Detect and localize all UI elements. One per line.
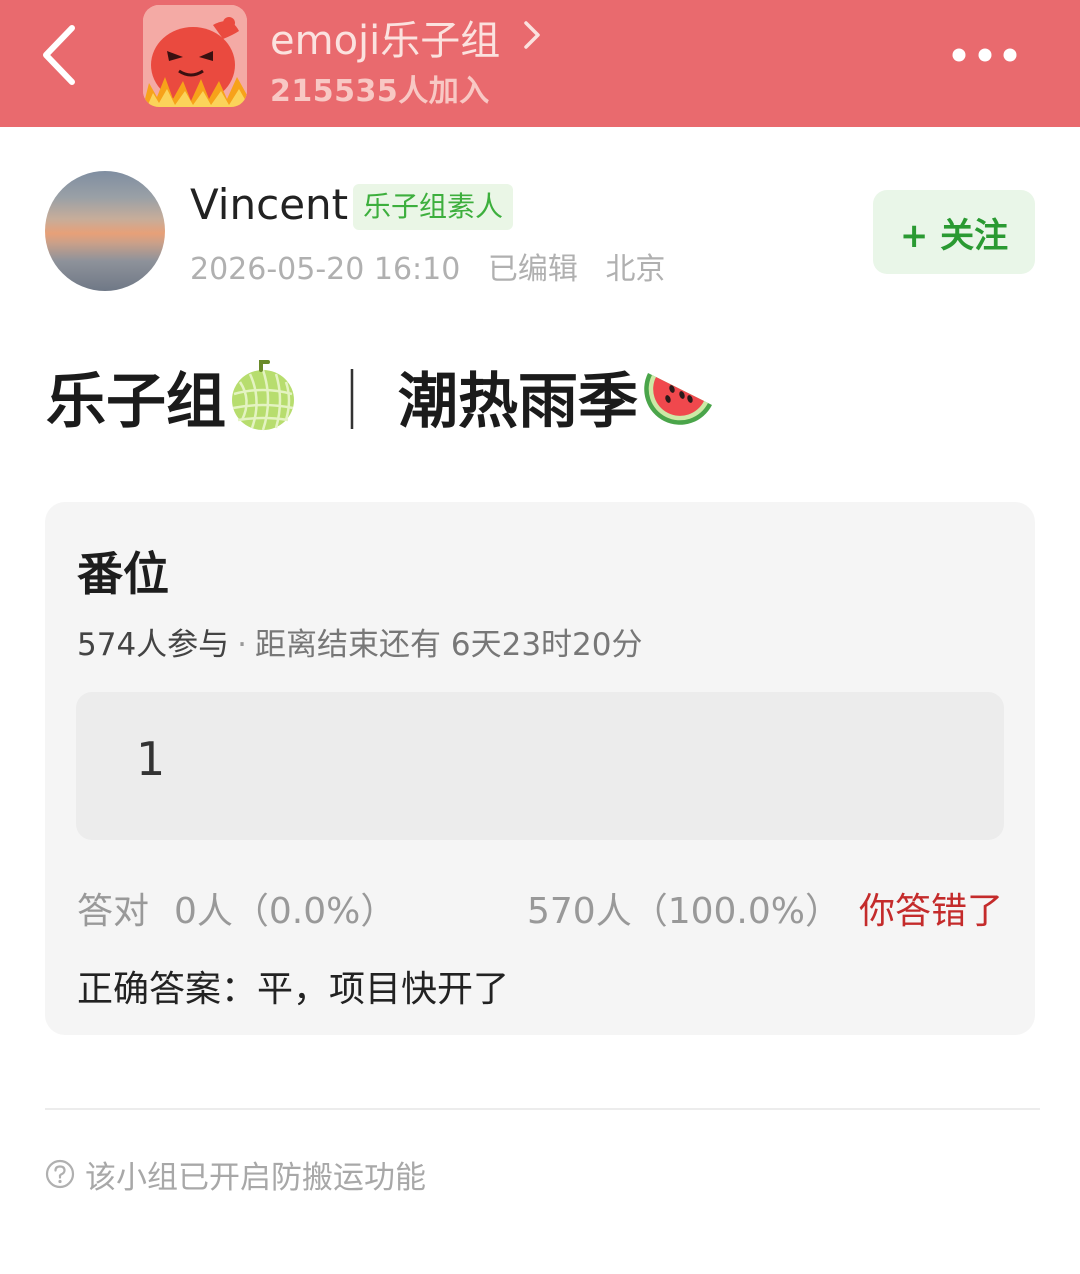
post-title-part2: 潮热雨季 bbox=[398, 366, 638, 437]
group-header-bar: emoji乐子组 215535人加入 bbox=[0, 0, 1080, 127]
chevron-left-icon bbox=[43, 25, 75, 85]
author-avatar[interactable] bbox=[45, 171, 165, 291]
more-dots-icon bbox=[952, 48, 1017, 62]
wrong-verdict: 你答错了 bbox=[858, 891, 1003, 932]
quiz-participants: 574人参与 bbox=[77, 627, 230, 663]
group-avatar[interactable] bbox=[143, 5, 247, 107]
quiz-result-row: 答对 0人（0.0%） 570人（100.0%） 你答错了 bbox=[77, 882, 1005, 932]
quiz-stats-dot: · bbox=[237, 627, 248, 663]
post-edited-label: 已编辑 bbox=[487, 252, 578, 287]
melon-icon bbox=[232, 360, 294, 431]
quiz-option[interactable]: 1 bbox=[76, 692, 1004, 840]
author-name[interactable]: Vincent bbox=[190, 180, 348, 229]
correct-label: 答对 bbox=[77, 891, 150, 932]
follow-button[interactable]: + 关注 bbox=[873, 190, 1035, 274]
watermelon-icon bbox=[644, 373, 712, 425]
divider bbox=[45, 1108, 1040, 1110]
quiz-stats: 574人参与 · 距离结束还有 6天23时20分 bbox=[77, 619, 643, 664]
correct-count: 0人（0.0%） bbox=[174, 891, 397, 932]
post-meta: 2026-05-20 16:10 已编辑 北京 bbox=[190, 244, 665, 288]
anti-repost-notice[interactable]: 该小组已开启防搬运功能 bbox=[45, 1154, 426, 1196]
back-button[interactable] bbox=[34, 20, 90, 90]
correct-answer: 正确答案：平，项目快开了 bbox=[77, 969, 510, 1010]
post-location: 北京 bbox=[605, 252, 666, 287]
wrong-count: 570人（100.0%） bbox=[527, 891, 841, 932]
quiz-title: 番位 bbox=[77, 547, 169, 601]
group-member-count: 215535人加入 bbox=[270, 74, 490, 109]
group-name: emoji乐子组 bbox=[270, 18, 501, 64]
post-title: 乐子组 ｜ 潮热雨季 bbox=[46, 356, 718, 437]
post-timestamp: 2026-05-20 16:10 bbox=[190, 252, 461, 287]
post-title-separator: ｜ bbox=[322, 366, 382, 437]
notice-text: 该小组已开启防搬运功能 bbox=[85, 1159, 426, 1196]
chevron-right-icon bbox=[524, 21, 541, 49]
quiz-option-text: 1 bbox=[136, 732, 166, 786]
group-name-link[interactable]: emoji乐子组 bbox=[270, 12, 542, 64]
more-options-button[interactable] bbox=[944, 30, 1030, 80]
quiz-deadline: 距离结束还有 6天23时20分 bbox=[255, 627, 643, 663]
quiz-card: 番位 574人参与 · 距离结束还有 6天23时20分 1 答对 0人（0.0%） … bbox=[45, 502, 1035, 1035]
author-badge: 乐子组素人 bbox=[353, 184, 514, 230]
question-circle-icon bbox=[45, 1159, 75, 1189]
post-title-part1: 乐子组 bbox=[46, 366, 226, 437]
